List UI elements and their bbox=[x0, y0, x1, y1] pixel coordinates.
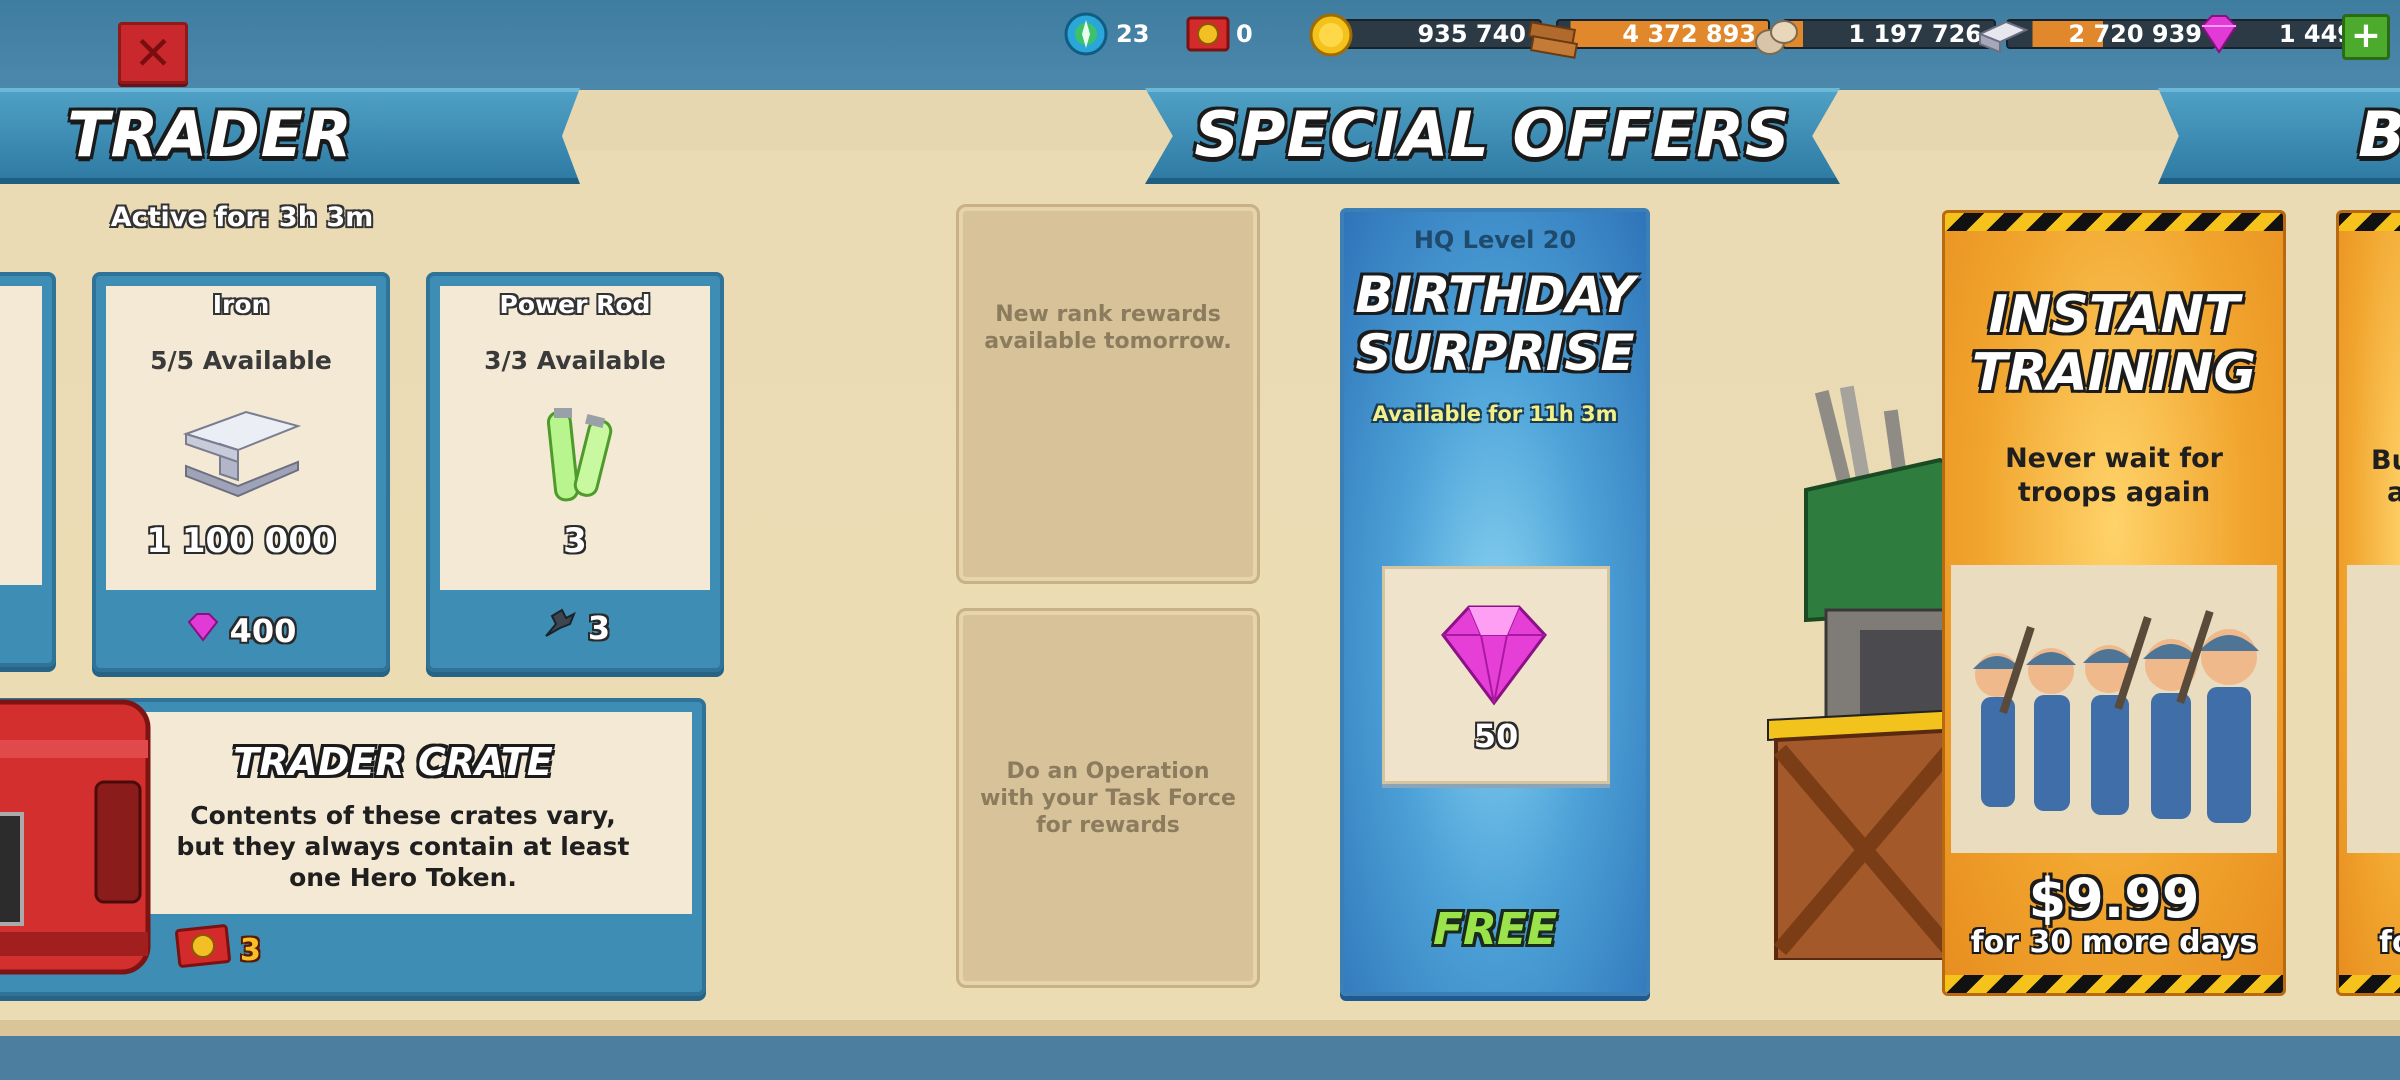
birthday-surprise-offer[interactable]: HQ Level 20 BIRTHDAY SURPRISE Available … bbox=[1340, 208, 1650, 996]
next-section-banner: B bbox=[2158, 88, 2400, 184]
trader-crate-description: Contents of these crates vary, but they … bbox=[176, 801, 630, 892]
stone-value: 1 197 726 bbox=[1848, 20, 1982, 48]
trader-item-card-partial[interactable] bbox=[0, 272, 56, 667]
intel-icon bbox=[1064, 12, 1108, 56]
trader-item-availability: 5/5 Available bbox=[150, 346, 332, 375]
offer-subtitle-line2: troops again bbox=[2017, 477, 2211, 508]
reward-amount: 50 bbox=[1473, 717, 1519, 755]
hazard-stripe-top bbox=[2339, 213, 2400, 231]
special-offers-banner-title: SPECIAL OFFERS bbox=[1194, 98, 1791, 171]
trader-crate-price[interactable]: 3 bbox=[174, 924, 261, 976]
wood-counter: 4 372 893 bbox=[1526, 18, 1770, 59]
add-diamonds-button[interactable]: + bbox=[2342, 14, 2390, 60]
offer-price[interactable]: $9.99 bbox=[1945, 867, 2283, 930]
gold-counter: 935 740 bbox=[1308, 13, 1542, 57]
next-offer-card-partial[interactable]: Bu a fo bbox=[2336, 210, 2400, 996]
offer-requirement: HQ Level 20 bbox=[1413, 226, 1577, 254]
hazard-stripe-bottom bbox=[2339, 975, 2400, 993]
hero-token-icon bbox=[174, 924, 232, 976]
trader-item-title: Iron bbox=[212, 290, 270, 319]
diamond-icon bbox=[1429, 599, 1559, 713]
stone-icon bbox=[1752, 12, 1798, 56]
wood-value: 4 372 893 bbox=[1622, 20, 1756, 48]
free-claim-button[interactable]: FREE bbox=[1344, 904, 1646, 955]
soldiers-illustration bbox=[1951, 565, 2277, 853]
diamond-icon bbox=[186, 612, 220, 650]
next-section-banner-title: B bbox=[2358, 98, 2400, 171]
trader-item-price-value: 3 bbox=[587, 609, 611, 647]
trader-item-power-rod[interactable]: Power Rod 3/3 Available 3 3 bbox=[426, 272, 724, 672]
trader-item-iron[interactable]: Iron 5/5 Available 1 100 000 400 bbox=[92, 272, 390, 672]
offer-subtitle-line1: Never wait for bbox=[2005, 443, 2223, 474]
gold-value: 935 740 bbox=[1336, 19, 1542, 49]
panel-floor bbox=[0, 1020, 2400, 1036]
offer-availability: Available for 11h 3m bbox=[1372, 402, 1618, 426]
close-button[interactable]: ✕ bbox=[118, 22, 188, 84]
next-offer-text-line1: Bu bbox=[2371, 445, 2400, 476]
task-force-slot: Do an Operation with your Task Force for… bbox=[956, 608, 1260, 988]
intel-counter: 23 bbox=[1064, 12, 1150, 56]
reward-tile: 50 bbox=[1382, 566, 1610, 784]
next-offer-duration: fo bbox=[2379, 925, 2400, 960]
trader-item-availability: 3/3 Available bbox=[484, 346, 666, 375]
hero-token-icon bbox=[1184, 12, 1230, 56]
offer-duration: for 30 more days bbox=[1970, 925, 2258, 960]
offer-title-line1: INSTANT bbox=[1988, 285, 2240, 345]
task-force-message: Do an Operation with your Task Force for… bbox=[980, 758, 1236, 838]
trader-banner-title: TRADER bbox=[67, 98, 353, 171]
trader-item-price-value: 400 bbox=[229, 612, 297, 650]
bottom-bar bbox=[0, 1036, 2400, 1080]
special-offers-banner: SPECIAL OFFERS bbox=[1145, 88, 1840, 184]
trader-banner: TRADER bbox=[0, 88, 580, 184]
intel-value: 23 bbox=[1116, 20, 1150, 48]
instant-training-offer[interactable]: INSTANT TRAINING Never wait for troops a… bbox=[1942, 210, 2286, 996]
iron-bar-icon bbox=[1976, 14, 2029, 58]
trader-item-price[interactable]: 400 bbox=[96, 612, 386, 650]
hazard-stripe-bottom bbox=[1945, 975, 2283, 993]
hero-token-counter: 0 bbox=[1184, 16, 1253, 52]
next-offer-text-line2: a bbox=[2387, 477, 2400, 508]
stone-counter: 1 197 726 bbox=[1752, 18, 1996, 55]
wood-icon bbox=[1526, 12, 1579, 59]
trader-item-amount: 3 bbox=[563, 521, 587, 561]
workshop-building-illustration bbox=[1740, 380, 1962, 964]
diamond-icon bbox=[2196, 12, 2240, 56]
power-rod-icon bbox=[540, 400, 620, 514]
offer-title-line2: SURPRISE bbox=[1355, 324, 1635, 382]
top-resource-bar: ✕ 23 0 935 740 4 372 893 1 197 726 2 720… bbox=[0, 0, 2400, 90]
offer-title-line1: BIRTHDAY bbox=[1355, 266, 1635, 324]
iron-beam-icon bbox=[176, 404, 306, 508]
trader-item-title: Power Rod bbox=[499, 290, 651, 319]
trader-active-timer: Active for: 3h 3m bbox=[110, 202, 374, 233]
iron-counter: 2 720 939 bbox=[1976, 18, 2216, 54]
rank-rewards-message: New rank rewards available tomorrow. bbox=[984, 302, 1232, 354]
trader-crate-price-value: 3 bbox=[240, 932, 261, 968]
rank-rewards-slot: New rank rewards available tomorrow. bbox=[956, 204, 1260, 584]
trader-crate-title: TRADER CRATE bbox=[233, 740, 553, 784]
hero-token-value: 0 bbox=[1236, 20, 1253, 48]
power-rod-part-icon bbox=[540, 606, 578, 650]
offer-title-line2: TRAINING bbox=[1971, 343, 2257, 403]
trader-crate-icon bbox=[0, 682, 160, 996]
iron-value: 2 720 939 bbox=[2068, 20, 2202, 48]
trader-item-price[interactable]: 3 bbox=[430, 606, 720, 650]
trader-item-amount: 1 100 000 bbox=[146, 521, 336, 561]
gold-coin-icon bbox=[1308, 12, 1353, 57]
hazard-stripe-top bbox=[1945, 213, 2283, 231]
